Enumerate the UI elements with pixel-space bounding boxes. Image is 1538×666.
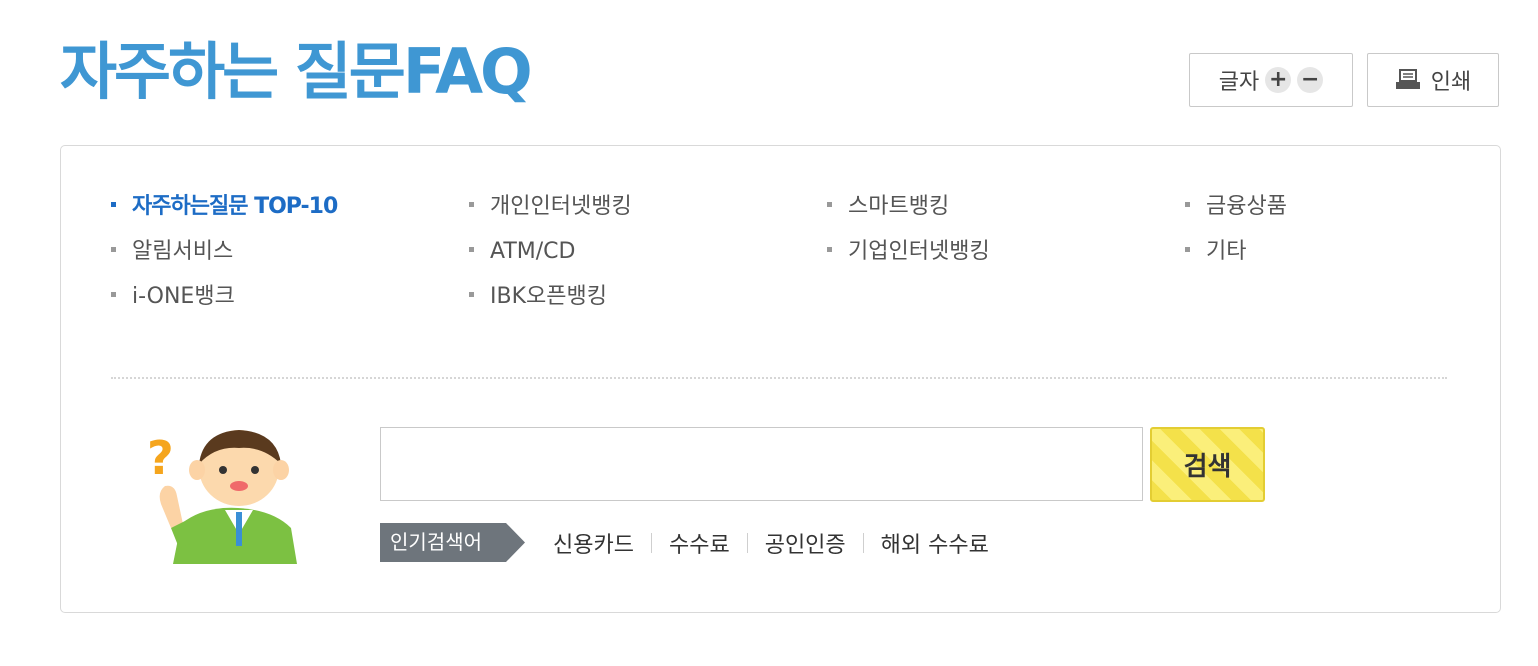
popular-keyword[interactable]: 해외 수수료	[881, 527, 989, 559]
plus-icon[interactable]: +	[1265, 67, 1292, 93]
bullet-icon	[827, 246, 832, 252]
category-item[interactable]: 기업인터넷뱅킹	[827, 239, 1185, 265]
bullet-icon	[469, 291, 474, 297]
keyword-separator	[650, 532, 652, 553]
search-input[interactable]	[380, 427, 1143, 501]
category-item[interactable]: IBK오픈뱅킹	[469, 284, 827, 310]
printer-icon	[1395, 69, 1420, 89]
popular-keyword[interactable]: 공인인증	[765, 527, 846, 559]
bullet-icon	[1185, 201, 1190, 207]
print-label: 인쇄	[1430, 70, 1472, 95]
popular-keyword[interactable]: 신용카드	[553, 527, 634, 559]
popular-keywords-list: 신용카드 수수료 공인인증 해외 수수료	[553, 523, 989, 562]
category-label: 기타	[1206, 239, 1247, 264]
minus-icon[interactable]: −	[1297, 67, 1324, 93]
question-mark-icon: ?	[147, 431, 174, 485]
popular-keywords-label: 인기검색어	[380, 523, 525, 562]
category-item[interactable]: i-ONE뱅크	[111, 284, 469, 310]
category-label: 기업인터넷뱅킹	[848, 239, 990, 264]
category-label: 개인인터넷뱅킹	[490, 194, 632, 219]
category-item[interactable]: 자주하는질문 TOP-10	[111, 194, 469, 220]
bullet-icon	[469, 201, 474, 207]
question-person-icon: ?	[147, 430, 297, 564]
bullet-icon	[469, 246, 474, 252]
font-size-label: 글자	[1218, 70, 1260, 95]
keyword-separator	[746, 532, 748, 553]
dotted-divider	[111, 377, 1447, 379]
bullet-icon	[1185, 246, 1190, 252]
category-item[interactable]: ATM/CD	[469, 239, 827, 265]
keyword-separator	[862, 532, 864, 553]
category-label: 알림서비스	[132, 239, 234, 264]
category-item[interactable]: 스마트뱅킹	[827, 194, 1185, 220]
category-item[interactable]: 금융상품	[1185, 194, 1471, 220]
category-label: 금융상품	[1206, 194, 1287, 219]
category-list: 자주하는질문 TOP-10 개인인터넷뱅킹 스마트뱅킹 금융상품 알림서비스 A…	[111, 194, 1471, 310]
category-item[interactable]: 개인인터넷뱅킹	[469, 194, 827, 220]
page-title: 자주하는 질문FAQ	[60, 35, 533, 108]
category-label: 자주하는질문 TOP-10	[132, 194, 338, 219]
bullet-icon	[827, 201, 832, 207]
category-item[interactable]: 기타	[1185, 239, 1471, 265]
faq-panel: 자주하는질문 TOP-10 개인인터넷뱅킹 스마트뱅킹 금융상품 알림서비스 A…	[60, 145, 1501, 613]
bullet-icon	[111, 291, 116, 297]
font-size-control: 글자 + −	[1189, 53, 1353, 107]
category-label: IBK오픈뱅킹	[490, 284, 607, 309]
popular-keyword[interactable]: 수수료	[669, 527, 730, 559]
bullet-icon	[111, 201, 116, 207]
category-label: i-ONE뱅크	[132, 284, 235, 309]
category-label: 스마트뱅킹	[848, 194, 950, 219]
category-label: ATM/CD	[490, 239, 576, 264]
search-button[interactable]: 검색	[1150, 427, 1265, 502]
bullet-icon	[111, 246, 116, 252]
print-button[interactable]: 인쇄	[1367, 53, 1499, 107]
category-item[interactable]: 알림서비스	[111, 239, 469, 265]
